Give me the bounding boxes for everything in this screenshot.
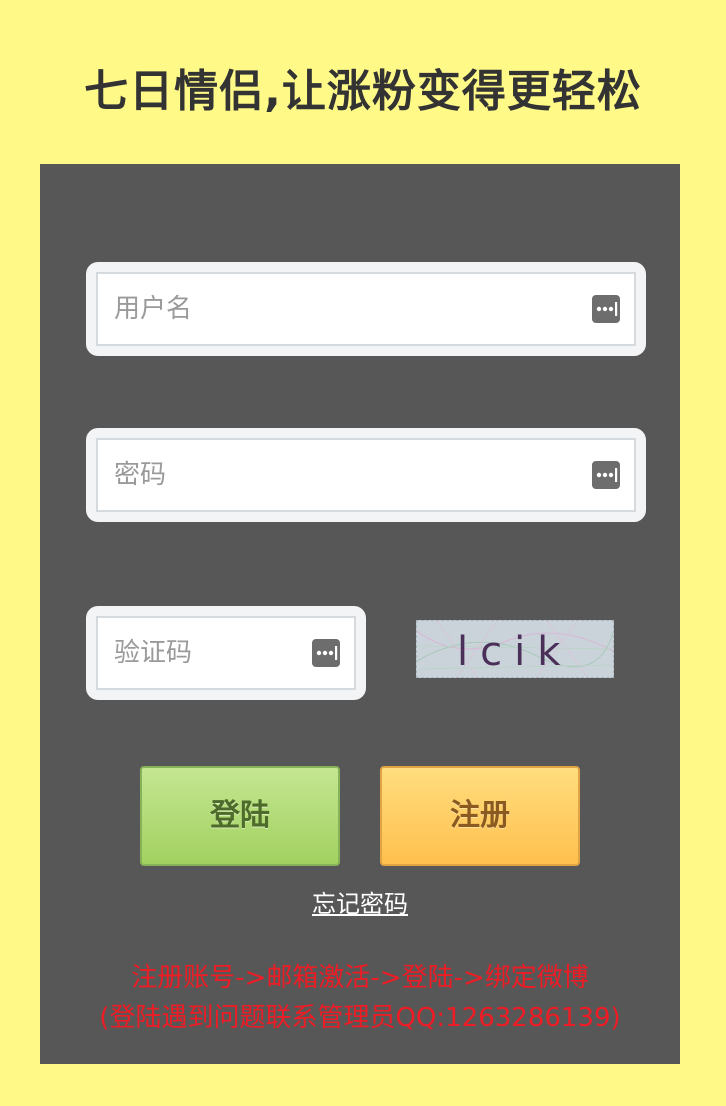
key-dots-icon[interactable] <box>312 639 340 667</box>
notice-contact: (登陆遇到问题联系管理员QQ:1263286139) <box>99 1003 621 1033</box>
captcha-field-wrap <box>86 606 366 700</box>
username-field-wrap <box>86 262 646 356</box>
captcha-field-box <box>96 616 356 690</box>
page-title: 七日情侣,让涨粉变得更轻松 <box>84 66 642 117</box>
notice-steps: 注册账号->邮箱激活->登陆->绑定微博 <box>131 963 589 993</box>
password-input[interactable] <box>98 440 634 510</box>
login-panel: lcik 登陆 注册 忘记密码 注册账号->邮箱激活->登陆->绑定微博 (登陆… <box>40 164 680 1064</box>
captcha-image[interactable]: lcik <box>416 620 614 678</box>
username-input[interactable] <box>98 274 634 344</box>
register-button[interactable]: 注册 <box>380 766 580 866</box>
key-dots-icon[interactable] <box>592 295 620 323</box>
captcha-text: lcik <box>457 629 572 675</box>
login-button[interactable]: 登陆 <box>140 766 340 866</box>
forgot-password-link[interactable]: 忘记密码 <box>40 886 680 922</box>
password-field-wrap <box>86 428 646 522</box>
username-field-box <box>96 272 636 346</box>
password-field-box <box>96 438 636 512</box>
key-dots-icon[interactable] <box>592 461 620 489</box>
